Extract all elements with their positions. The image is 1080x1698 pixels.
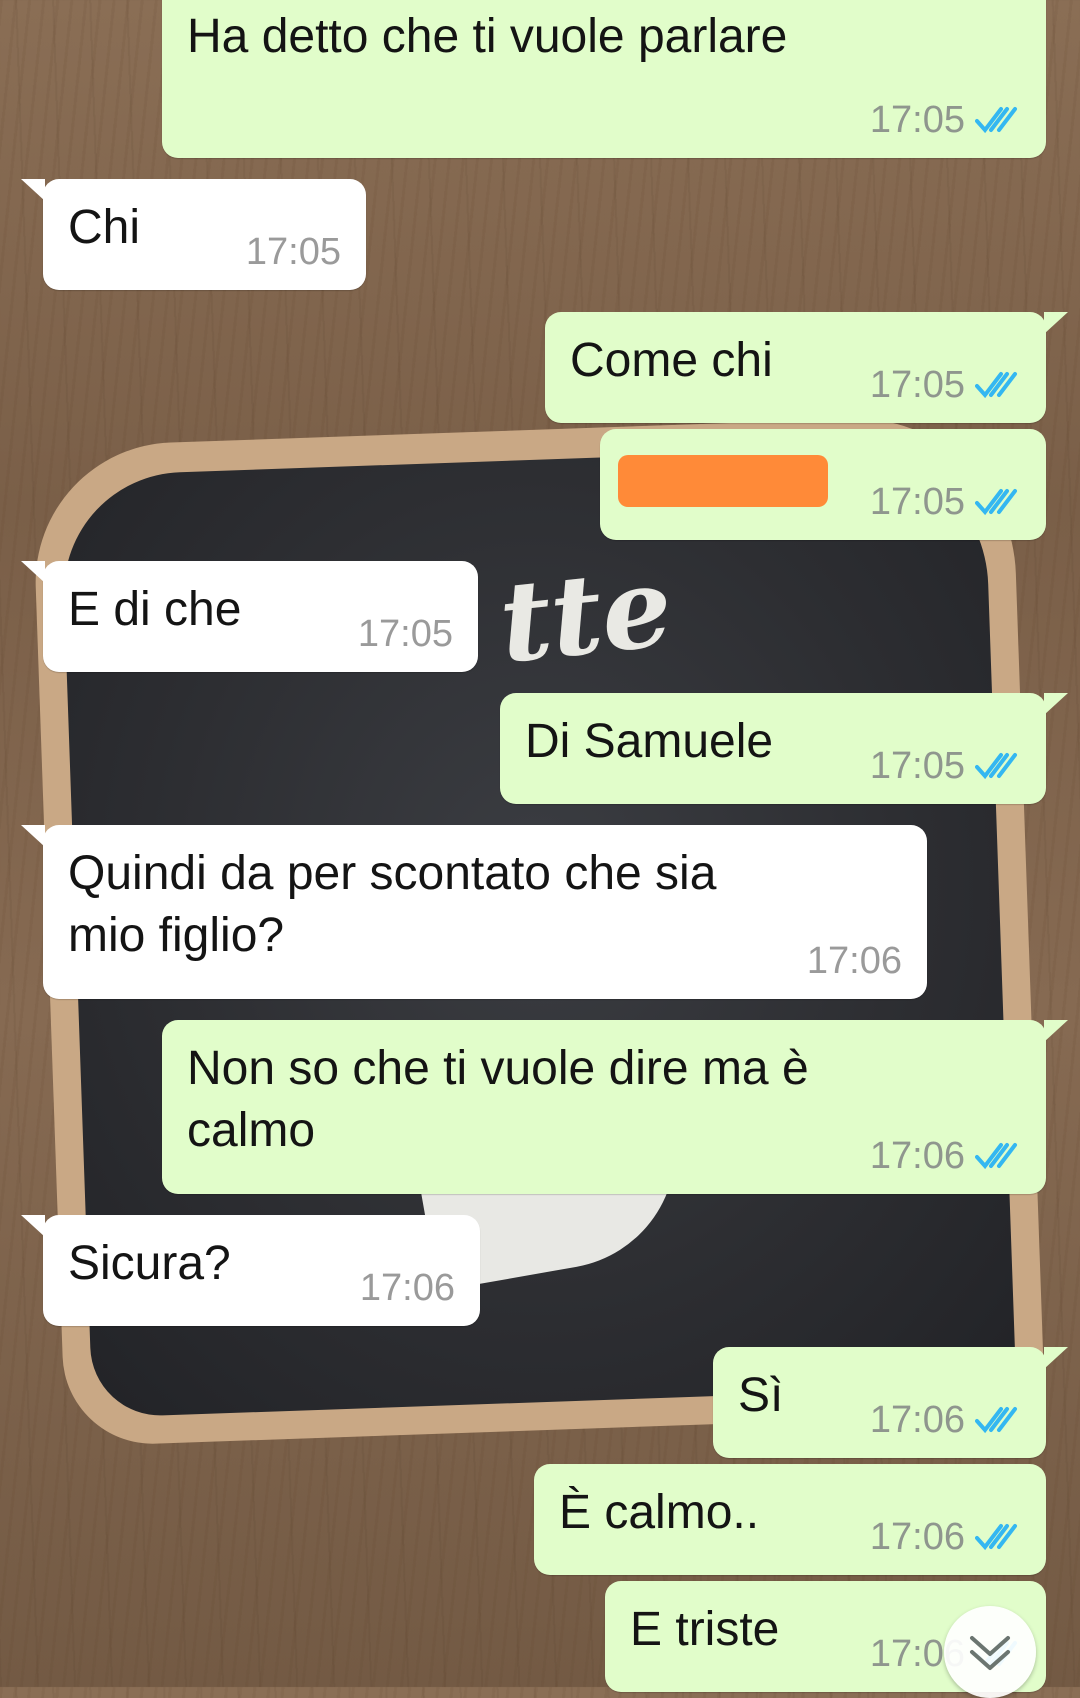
message-outgoing[interactable]: Sì 17:06 — [713, 1347, 1068, 1458]
message-time: 17:06 — [869, 1516, 965, 1558]
message-time: 17:06 — [869, 1399, 965, 1441]
double-check-icon — [975, 1524, 1017, 1551]
message-time: 17:05 — [869, 481, 965, 523]
message-text: Ha detto che ti vuole parlare — [187, 10, 788, 63]
message-time: 17:05 — [357, 613, 453, 655]
message-text: E triste — [630, 1603, 780, 1656]
message-time: 17:06 — [806, 940, 902, 982]
message-text: Sì — [738, 1369, 784, 1422]
message-text: Chi — [68, 201, 141, 254]
chat-conversation: Ha detto che ti vuole parlare 17:05 Chi … — [0, 0, 1080, 1698]
redaction-block — [618, 455, 828, 507]
message-outgoing[interactable]: Ha detto che ti vuole parlare 17:05 — [162, 0, 1068, 158]
message-incoming[interactable]: Chi 17:05 — [21, 179, 366, 290]
message-time: 17:05 — [869, 99, 965, 141]
scroll-to-bottom-button[interactable] — [944, 1606, 1036, 1698]
message-text: È calmo.. — [559, 1486, 760, 1539]
double-check-icon — [975, 107, 1017, 134]
message-outgoing[interactable]: Di Samuele 17:05 — [500, 693, 1068, 804]
double-check-icon — [975, 1407, 1017, 1434]
message-text: Come chi — [570, 334, 773, 387]
message-incoming[interactable]: E di che 17:05 — [21, 561, 478, 672]
double-check-icon — [975, 753, 1017, 780]
message-time: 17:05 — [869, 745, 965, 787]
message-outgoing-redacted[interactable]: 17:05 — [600, 429, 1046, 540]
message-outgoing[interactable]: Come chi 17:05 — [545, 312, 1068, 423]
message-time: 17:05 — [869, 364, 965, 406]
message-outgoing[interactable]: Non so che ti vuole dire ma è calmo 17:0… — [162, 1020, 1068, 1194]
message-time: 17:06 — [869, 1135, 965, 1177]
double-check-icon — [975, 1143, 1017, 1170]
message-text: Non so che ti vuole dire ma è calmo — [187, 1042, 809, 1157]
message-time: 17:05 — [245, 231, 341, 273]
double-check-icon — [975, 372, 1017, 399]
message-text: Di Samuele — [525, 715, 774, 768]
double-chevron-down-icon — [970, 1636, 1010, 1670]
message-time: 17:06 — [359, 1267, 455, 1309]
message-incoming[interactable]: Sicura? 17:06 — [21, 1215, 480, 1326]
double-check-icon — [975, 489, 1017, 516]
message-outgoing[interactable]: È calmo.. 17:06 — [534, 1464, 1046, 1575]
message-incoming[interactable]: Quindi da per scontato che sia mio figli… — [21, 825, 927, 999]
message-text: E di che — [68, 583, 242, 636]
message-text: Sicura? — [68, 1237, 231, 1290]
message-text: Quindi da per scontato che sia mio figli… — [68, 847, 717, 962]
